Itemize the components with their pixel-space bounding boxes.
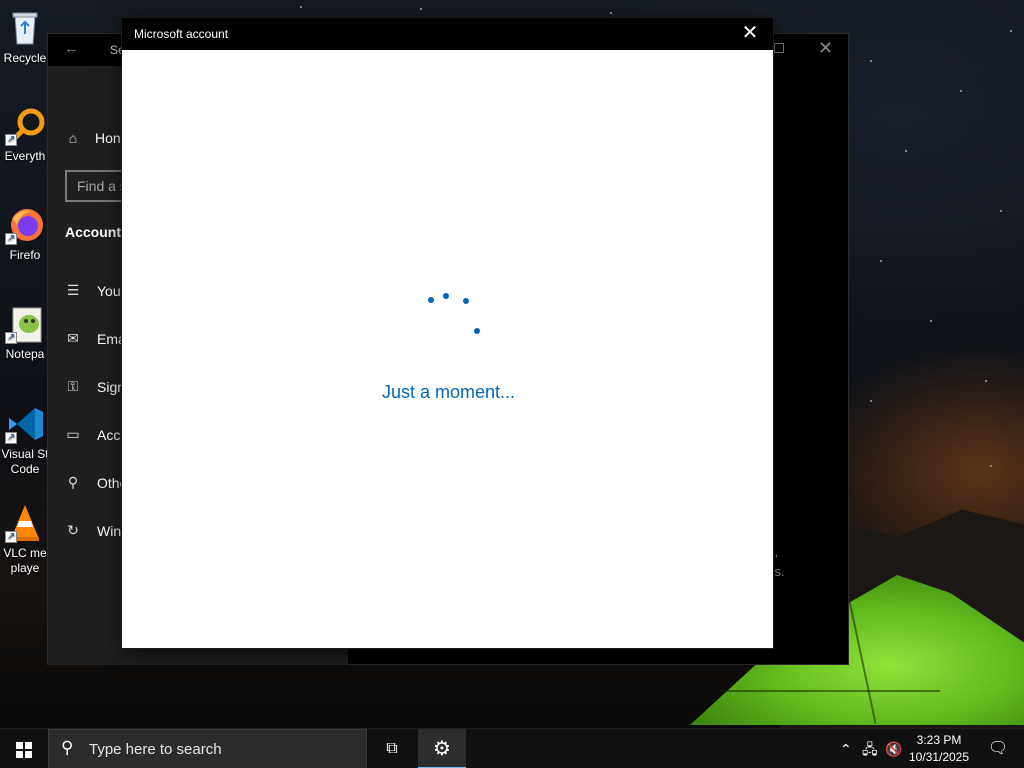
sync-icon: ↻ bbox=[67, 522, 79, 538]
vlc-icon bbox=[5, 503, 45, 544]
start-button[interactable] bbox=[0, 729, 48, 768]
clock-time: 3:23 PM bbox=[916, 733, 962, 747]
recycle-bin-icon bbox=[5, 8, 45, 48]
microsoft-account-dialog: Microsoft account ✕ Just a moment... bbox=[121, 17, 774, 649]
nav-item-email[interactable]: ✉ Ema bbox=[65, 330, 126, 347]
maximize-icon[interactable] bbox=[774, 43, 784, 53]
close-icon[interactable]: ✕ bbox=[818, 38, 833, 59]
notification-icon: 🗨 bbox=[987, 740, 1009, 757]
briefcase-icon: ▭ bbox=[66, 426, 80, 442]
dialog-titlebar: Microsoft account ✕ bbox=[122, 18, 773, 50]
task-view-button[interactable]: ⧉ bbox=[368, 729, 416, 768]
nav-item-your-info[interactable]: ☰ Your bbox=[65, 282, 126, 299]
taskbar-search-placeholder: Type here to search bbox=[89, 741, 222, 758]
key-icon: ⚿ bbox=[67, 378, 79, 394]
loading-message: Just a moment... bbox=[381, 382, 516, 402]
person-info-icon: ☰ bbox=[66, 282, 80, 298]
nav-home[interactable]: ⌂ Hon bbox=[65, 130, 121, 146]
desktop-icon-everything[interactable]: Everyth bbox=[0, 106, 50, 164]
network-icon[interactable]: 🖧 bbox=[862, 729, 878, 768]
desktop-icon-label: Everyth bbox=[4, 149, 46, 163]
desktop-icon-label: Firefo bbox=[9, 248, 41, 262]
task-view-icon: ⧉ bbox=[386, 740, 398, 757]
desktop-icon-vlc[interactable]: VLC me playe bbox=[0, 503, 50, 576]
desktop-icon-label: Notepa bbox=[5, 347, 45, 361]
nav-item-sign-in[interactable]: ⚿ Sign bbox=[65, 378, 125, 395]
vscode-icon bbox=[5, 404, 45, 445]
search-icon: ⚲ bbox=[61, 738, 74, 757]
nav-item-label: Win bbox=[97, 522, 122, 539]
add-person-icon: ⚲ bbox=[67, 474, 79, 490]
desktop-icon-label: Recycle bbox=[3, 51, 47, 65]
desktop-icon-label: VLC me playe bbox=[3, 546, 47, 575]
everything-search-icon bbox=[5, 106, 45, 147]
desktop-icon-label: Visual St Code bbox=[1, 447, 49, 476]
taskbar: ⚲ Type here to search ⧉ ⚙ ⌃ 🖧 🔇 3:23 PM … bbox=[0, 728, 1024, 768]
home-icon: ⌂ bbox=[68, 130, 78, 146]
shortcut-arrow-icon bbox=[5, 132, 17, 147]
dialog-title: Microsoft account bbox=[134, 27, 229, 41]
nav-item-access-work[interactable]: ▭ Acce bbox=[65, 426, 128, 443]
section-title: Accounts bbox=[65, 224, 129, 240]
system-clock[interactable]: 3:23 PM 10/31/2025 bbox=[906, 732, 972, 766]
taskbar-settings-app[interactable]: ⚙ bbox=[418, 729, 466, 768]
back-arrow-icon[interactable]: ← bbox=[64, 40, 79, 57]
gear-icon: ⚙ bbox=[433, 738, 451, 760]
shortcut-arrow-icon bbox=[5, 430, 17, 445]
loading-spinner-icon bbox=[122, 18, 775, 650]
nav-item-other-users[interactable]: ⚲ Othe bbox=[65, 474, 128, 491]
firefox-icon bbox=[5, 205, 45, 246]
desktop-icon-recycle-bin[interactable]: Recycle bbox=[0, 8, 50, 66]
action-center-button[interactable]: 🗨 bbox=[980, 729, 1016, 768]
clock-date: 10/31/2025 bbox=[908, 750, 970, 764]
windows-logo-icon bbox=[16, 742, 32, 758]
mail-icon: ✉ bbox=[67, 330, 79, 346]
desktop-icon-vscode[interactable]: Visual St Code bbox=[0, 404, 50, 477]
nav-home-label: Hon bbox=[95, 130, 121, 146]
shortcut-arrow-icon bbox=[5, 330, 17, 345]
volume-muted-icon[interactable]: 🔇 bbox=[885, 729, 902, 768]
desktop-icon-notepad-plus-plus[interactable]: Notepa bbox=[0, 304, 50, 362]
taskbar-search-box[interactable]: ⚲ Type here to search bbox=[48, 729, 367, 768]
notepad-plus-plus-icon bbox=[5, 304, 45, 345]
dialog-close-button[interactable]: ✕ bbox=[727, 18, 773, 50]
shortcut-arrow-icon bbox=[5, 231, 17, 246]
desktop-icon-firefox[interactable]: Firefo bbox=[0, 205, 50, 263]
nav-item-sync[interactable]: ↻ Win bbox=[65, 522, 121, 539]
shortcut-arrow-icon bbox=[5, 529, 17, 544]
chevron-up-icon[interactable]: ⌃ bbox=[840, 729, 852, 768]
